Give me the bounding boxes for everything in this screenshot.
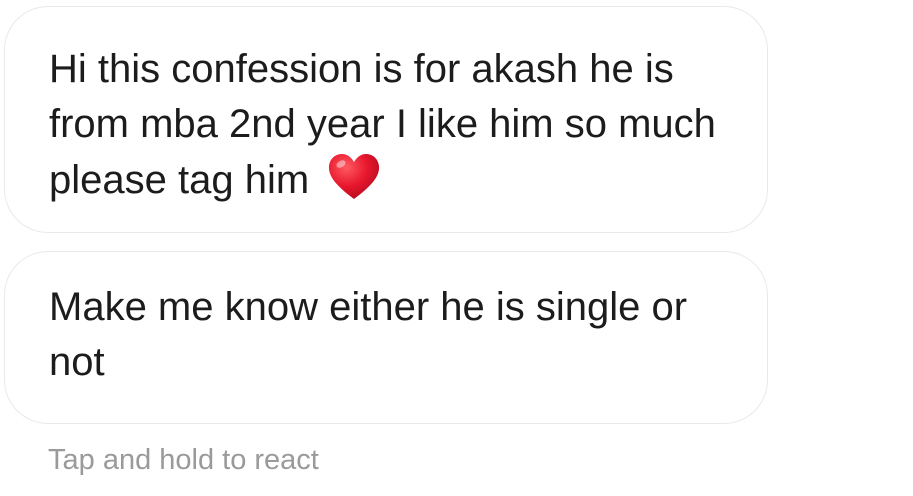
message-bubble[interactable]: Hi this confession is for akash he is fr… — [4, 6, 768, 233]
message-bubble[interactable]: Make me know either he is single or not — [4, 251, 768, 424]
react-hint: Tap and hold to react — [48, 444, 319, 476]
message-thread: Hi this confession is for akash he is fr… — [0, 0, 913, 496]
message-text: Make me know either he is single or not — [49, 285, 688, 384]
red-heart-icon — [326, 152, 382, 202]
message-text: Hi this confession is for akash he is fr… — [49, 47, 716, 202]
